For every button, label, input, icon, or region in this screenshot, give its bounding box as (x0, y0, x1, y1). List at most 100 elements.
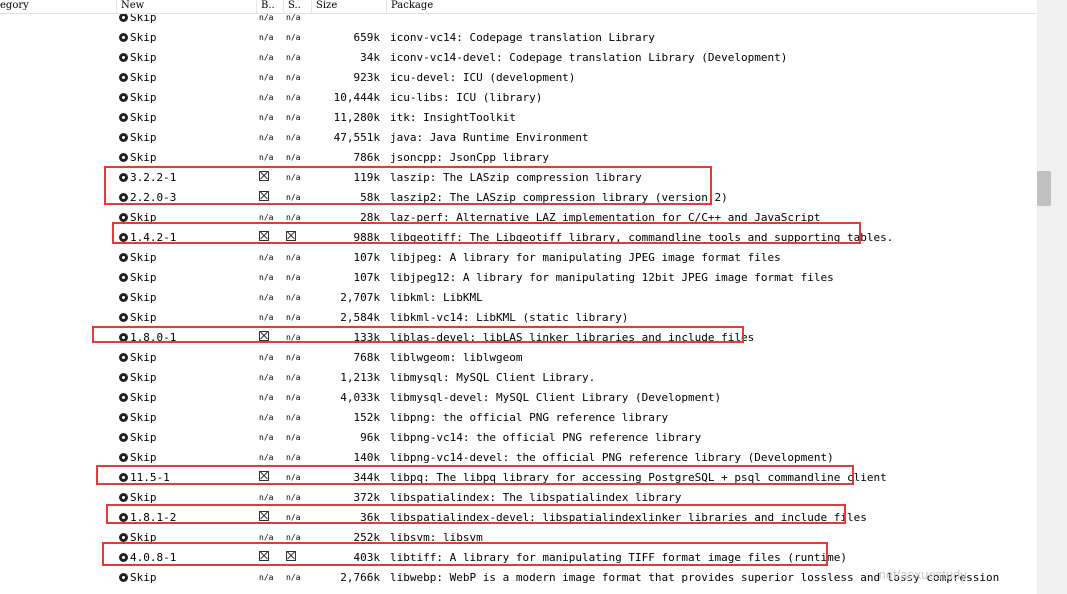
table-row[interactable]: Skip n/a n/a 11,280k itk: InsightToolkit (0, 108, 1037, 128)
table-row[interactable]: 1.8.1-2 n/a 36k libspatialindex-devel: libs… (0, 508, 1037, 528)
cycle-version-icon[interactable] (119, 14, 128, 22)
cycle-version-icon[interactable] (119, 53, 128, 62)
new-version-cell[interactable]: 11.5-1 (119, 468, 254, 488)
new-version-cell[interactable]: Skip (119, 88, 254, 108)
cycle-version-icon[interactable] (119, 133, 128, 142)
new-version-cell[interactable]: 4.0.8-1 (119, 548, 254, 568)
scrollbar-thumb[interactable] (1037, 171, 1051, 206)
new-version-cell[interactable]: Skip (119, 108, 254, 128)
new-version-cell[interactable]: 2.2.0-3 (119, 188, 254, 208)
new-version-cell[interactable]: Skip (119, 28, 254, 48)
cycle-version-icon[interactable] (119, 393, 128, 402)
new-version-cell[interactable]: Skip (119, 248, 254, 268)
source-cell[interactable] (286, 548, 310, 568)
new-version-cell[interactable]: Skip (119, 368, 254, 388)
cycle-version-icon[interactable] (119, 513, 128, 522)
checked-box-icon[interactable] (259, 511, 269, 521)
cycle-version-icon[interactable] (119, 213, 128, 222)
cycle-version-icon[interactable] (119, 113, 128, 122)
table-row[interactable]: Skip n/a n/a 2,584k libkml-vc14: LibKML (sta… (0, 308, 1037, 328)
table-row[interactable]: Skip n/a n/a 96k libpng-vc14: the official P… (0, 428, 1037, 448)
table-row[interactable]: 4.0.8-1 403k libtiff: A library for manipu… (0, 548, 1037, 568)
table-row[interactable]: Skip n/a n/a 786k jsoncpp: JsonCpp library (0, 148, 1037, 168)
table-row[interactable]: 2.2.0-3 n/a 58k laszip2: The LASzip compres… (0, 188, 1037, 208)
checked-box-icon[interactable] (259, 551, 269, 561)
cycle-version-icon[interactable] (119, 293, 128, 302)
vertical-scrollbar[interactable] (1037, 0, 1067, 594)
new-version-cell[interactable]: 1.8.0-1 (119, 328, 254, 348)
table-row[interactable]: 1.4.2-1 988k libgeotiff: The Libgeotiff li… (0, 228, 1037, 248)
cycle-version-icon[interactable] (119, 73, 128, 82)
new-version-cell[interactable]: 1.8.1-2 (119, 508, 254, 528)
cycle-version-icon[interactable] (119, 313, 128, 322)
header-size[interactable]: Size (311, 0, 386, 13)
cycle-version-icon[interactable] (119, 173, 128, 182)
table-row[interactable]: Skip n/a n/a 372k libspatialindex: The libsp… (0, 488, 1037, 508)
cycle-version-icon[interactable] (119, 493, 128, 502)
binary-cell[interactable] (259, 228, 281, 248)
table-row[interactable]: Skip n/a n/a 107k libjpeg12: A library for m… (0, 268, 1037, 288)
cycle-version-icon[interactable] (119, 413, 128, 422)
binary-cell[interactable] (259, 168, 281, 188)
table-row[interactable]: Skip n/a n/a 152k libpng: the official PNG r… (0, 408, 1037, 428)
new-version-cell[interactable]: Skip (119, 388, 254, 408)
checked-box-icon[interactable] (259, 191, 269, 201)
table-row[interactable]: Skip n/a n/a 34k iconv-vc14-devel: Codepage … (0, 48, 1037, 68)
cycle-version-icon[interactable] (119, 433, 128, 442)
table-row[interactable]: Skip n/a n/a 28k laz-perf: Alternative LAZ i… (0, 208, 1037, 228)
checked-box-icon[interactable] (259, 231, 269, 241)
checked-box-icon[interactable] (259, 171, 269, 181)
binary-cell[interactable] (259, 328, 281, 348)
table-row[interactable]: Skip n/a n/a 47,551k java: Java Runtime Envi… (0, 128, 1037, 148)
cycle-version-icon[interactable] (119, 33, 128, 42)
source-cell[interactable] (286, 228, 310, 248)
new-version-cell[interactable]: Skip (119, 448, 254, 468)
new-version-cell[interactable]: Skip (119, 288, 254, 308)
new-version-cell[interactable]: Skip (119, 148, 254, 168)
new-version-cell[interactable]: Skip (119, 528, 254, 548)
table-row[interactable]: Skip n/a n/a 1,213k libmysql: MySQL Client L… (0, 368, 1037, 388)
cycle-version-icon[interactable] (119, 573, 128, 582)
checked-box-icon[interactable] (286, 551, 296, 561)
checked-box-icon[interactable] (259, 331, 269, 341)
table-row[interactable]: Skip n/a n/a 252k libsvm: libsvm (0, 528, 1037, 548)
cycle-version-icon[interactable] (119, 153, 128, 162)
new-version-cell[interactable]: Skip (119, 68, 254, 88)
cycle-version-icon[interactable] (119, 193, 128, 202)
binary-cell[interactable] (259, 188, 281, 208)
header-category[interactable]: egory (0, 0, 116, 13)
table-row[interactable]: 1.8.0-1 n/a 133k liblas-devel: libLAS linke… (0, 328, 1037, 348)
table-row[interactable]: 3.2.2-1 n/a 119k laszip: The LASzip compres… (0, 168, 1037, 188)
new-version-cell[interactable]: Skip (119, 208, 254, 228)
new-version-cell[interactable]: Skip (119, 48, 254, 68)
table-row[interactable]: Skip n/a n/a 140k libpng-vc14-devel: the off… (0, 448, 1037, 468)
new-version-cell[interactable]: Skip (119, 308, 254, 328)
table-row[interactable]: Skip n/a n/a 923k icu-devel: ICU (developmen… (0, 68, 1037, 88)
new-version-cell[interactable]: Skip (119, 568, 254, 588)
new-version-cell[interactable]: 3.2.2-1 (119, 168, 254, 188)
cycle-version-icon[interactable] (119, 353, 128, 362)
cycle-version-icon[interactable] (119, 553, 128, 562)
header-source[interactable]: S.. (283, 0, 311, 13)
new-version-cell[interactable]: Skip (119, 408, 254, 428)
new-version-cell[interactable]: Skip (119, 268, 254, 288)
new-version-cell[interactable]: Skip (119, 14, 254, 28)
table-row[interactable]: 11.5-1 n/a 344k libpq: The libpq library fo… (0, 468, 1037, 488)
new-version-cell[interactable]: 1.4.2-1 (119, 228, 254, 248)
cycle-version-icon[interactable] (119, 473, 128, 482)
cycle-version-icon[interactable] (119, 333, 128, 342)
table-row[interactable]: Skip n/a n/a 4,033k libmysql-devel: MySQL Cl… (0, 388, 1037, 408)
table-row[interactable]: Skip n/a n/a (0, 14, 1037, 28)
header-package[interactable]: Package (386, 0, 1037, 13)
header-new[interactable]: New (116, 0, 256, 13)
table-row[interactable]: Skip n/a n/a 659k iconv-vc14: Codepage trans… (0, 28, 1037, 48)
cycle-version-icon[interactable] (119, 273, 128, 282)
cycle-version-icon[interactable] (119, 533, 128, 542)
checked-box-icon[interactable] (259, 471, 269, 481)
cycle-version-icon[interactable] (119, 453, 128, 462)
table-row[interactable]: Skip n/a n/a 768k liblwgeom: liblwgeom (0, 348, 1037, 368)
cycle-version-icon[interactable] (119, 93, 128, 102)
new-version-cell[interactable]: Skip (119, 348, 254, 368)
new-version-cell[interactable]: Skip (119, 128, 254, 148)
new-version-cell[interactable]: Skip (119, 428, 254, 448)
